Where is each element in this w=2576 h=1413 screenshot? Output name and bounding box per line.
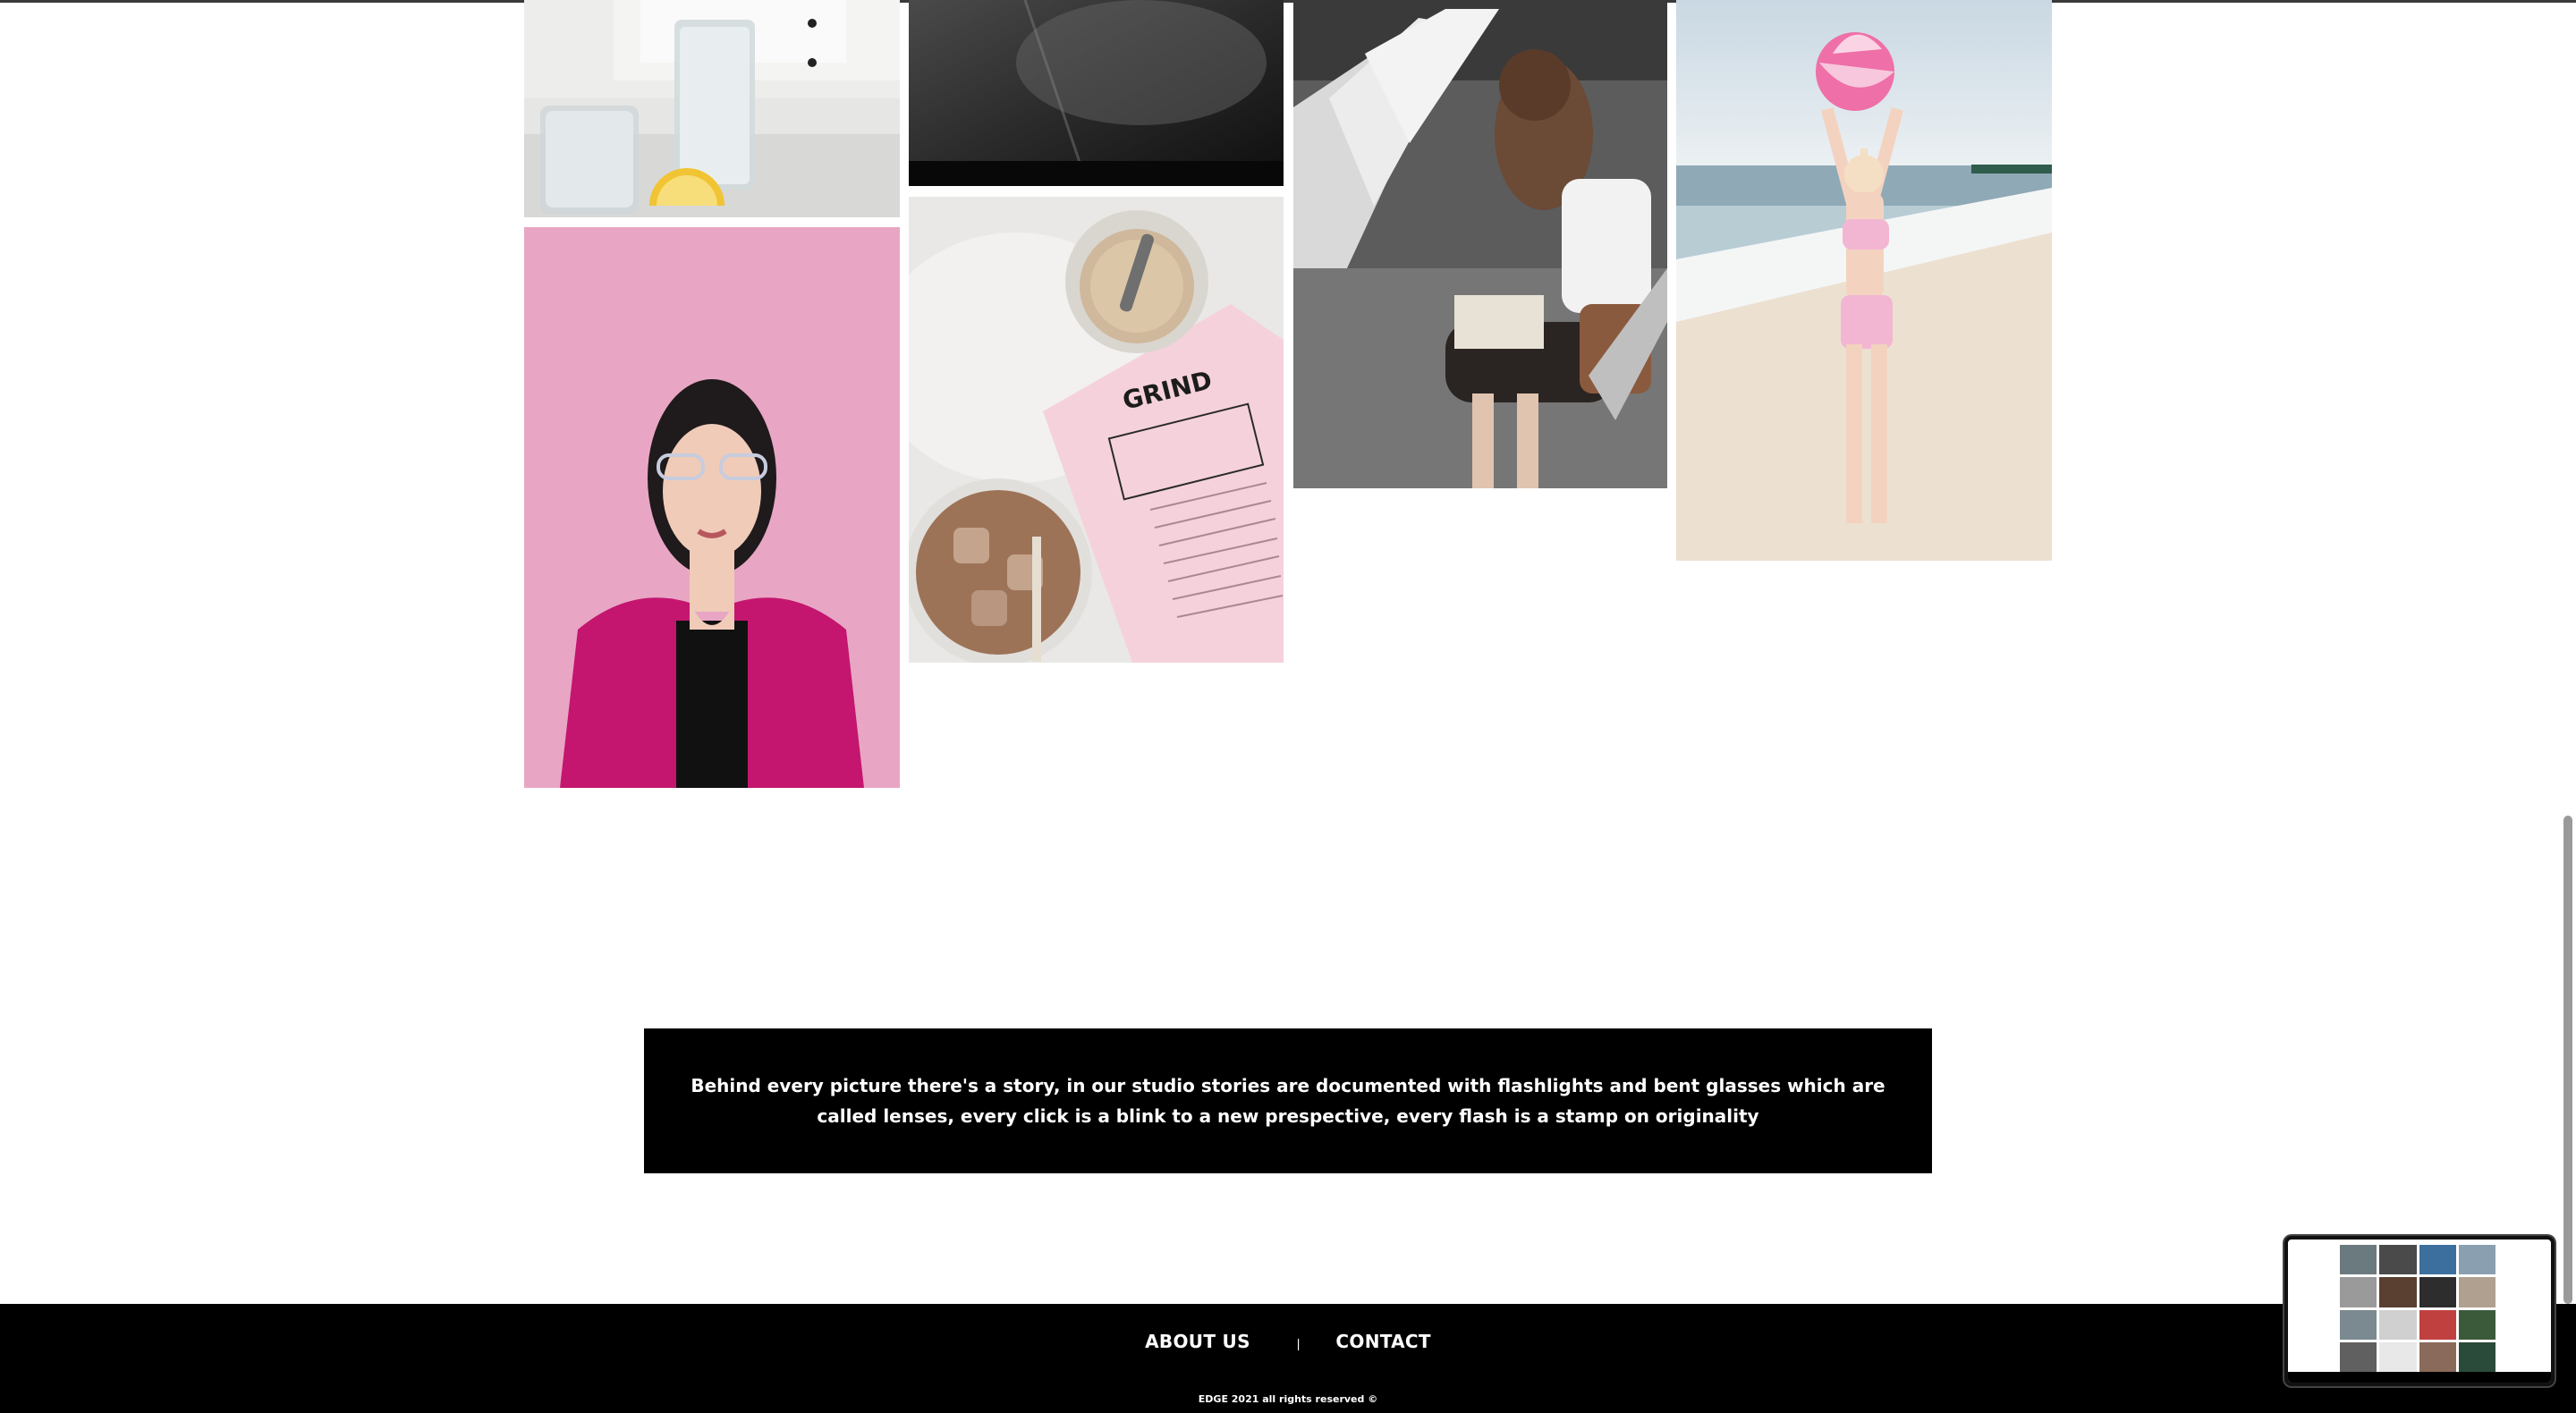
top-border — [0, 0, 2576, 3]
water-glass-lemon-photo[interactable] — [524, 0, 900, 217]
contact-link[interactable]: CONTACT — [1335, 1331, 1430, 1352]
dark-road-photo[interactable] — [909, 0, 1284, 186]
preview-grid — [2340, 1245, 2496, 1372]
about-us-link[interactable]: ABOUT US — [1145, 1331, 1250, 1352]
scrollbar-thumb[interactable] — [2563, 816, 2572, 1304]
pink-blazer-woman-photo[interactable] — [524, 227, 900, 788]
story-text: Behind every picture there's a story, in… — [691, 1075, 1885, 1127]
page-preview-thumbnail[interactable] — [2284, 1236, 2555, 1386]
story-banner: Behind every picture there's a story, in… — [644, 1028, 1932, 1173]
copyright-text: EDGE 2021 all rights reserved © — [1198, 1393, 1378, 1405]
preview-footer-bar — [2288, 1372, 2551, 1383]
footer-separator: | — [1296, 1336, 1301, 1350]
grind-menu-coffee-photo[interactable]: GRIND — [909, 197, 1284, 663]
woman-reading-photo[interactable] — [1293, 0, 1667, 488]
scrollbar[interactable] — [2556, 0, 2576, 1304]
footer: ABOUT US | CONTACT EDGE 2021 all rights … — [0, 1304, 2576, 1413]
beach-ball-woman-photo[interactable] — [1676, 0, 2052, 561]
footer-nav: ABOUT US | CONTACT — [0, 1331, 2576, 1352]
